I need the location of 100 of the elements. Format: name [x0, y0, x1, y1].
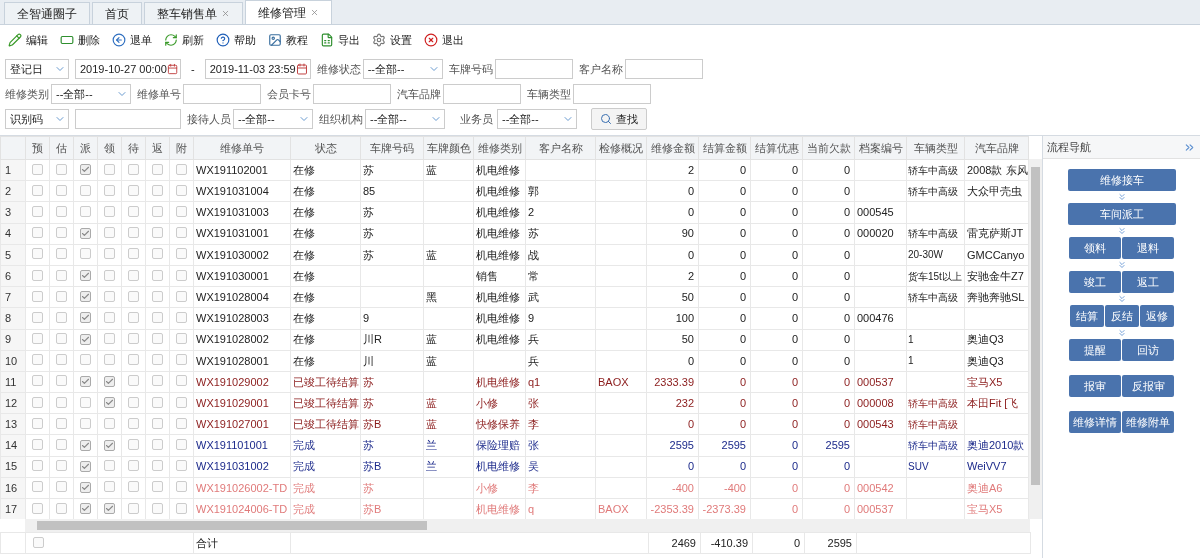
checkbox[interactable] [80, 312, 91, 324]
checkbox[interactable] [128, 227, 139, 239]
checkbox[interactable] [80, 417, 91, 429]
checkbox[interactable] [56, 163, 67, 175]
toolbar-button[interactable]: 刷新 [164, 31, 204, 49]
checkbox[interactable] [80, 184, 91, 196]
input-field[interactable] [183, 84, 261, 104]
checkbox[interactable] [176, 290, 187, 302]
checkbox[interactable] [104, 205, 115, 217]
flow-button[interactable]: 返工 [1122, 271, 1174, 293]
checkbox[interactable] [80, 248, 91, 260]
checkbox[interactable] [80, 396, 91, 408]
checkbox[interactable] [32, 163, 43, 175]
search-button[interactable]: 查找 [591, 108, 647, 130]
checkbox[interactable] [176, 163, 187, 175]
flow-button[interactable]: 维修附单 [1122, 411, 1174, 433]
dropdown[interactable]: --全部-- [51, 84, 131, 104]
checkbox[interactable] [80, 481, 91, 493]
flow-button[interactable]: 反结 [1104, 305, 1139, 327]
dropdown[interactable]: 识别码 [5, 109, 69, 129]
toolbar-button[interactable]: 退出 [424, 31, 464, 49]
checkbox[interactable] [128, 375, 139, 387]
input-field[interactable] [624, 59, 703, 79]
checkbox[interactable] [56, 396, 67, 408]
checkbox[interactable] [128, 460, 139, 472]
checkbox[interactable] [176, 481, 187, 493]
toolbar-button[interactable]: 编辑 [8, 31, 48, 49]
checkbox[interactable] [56, 439, 67, 451]
flow-button[interactable]: 维修接车 [1067, 169, 1176, 191]
checkbox[interactable] [80, 227, 91, 239]
checkbox[interactable] [56, 290, 67, 302]
checkbox[interactable] [32, 502, 43, 514]
checkbox[interactable] [56, 269, 67, 281]
flow-button[interactable]: 车间派工 [1067, 203, 1176, 225]
checkbox[interactable] [128, 311, 139, 323]
checkbox[interactable] [56, 502, 67, 514]
checkbox[interactable] [104, 354, 115, 366]
toolbar-button[interactable]: 帮助 [216, 31, 256, 49]
checkbox[interactable] [32, 333, 43, 345]
vertical-scrollbar[interactable] [1029, 159, 1042, 519]
checkbox[interactable] [32, 248, 43, 260]
checkbox[interactable] [176, 396, 187, 408]
checkbox[interactable] [32, 311, 43, 323]
checkbox[interactable] [152, 354, 163, 366]
checkbox[interactable] [152, 439, 163, 451]
checkbox[interactable] [176, 439, 187, 451]
checkbox[interactable] [152, 375, 163, 387]
dropdown[interactable]: 登记日 [5, 59, 69, 79]
checkbox[interactable] [32, 269, 43, 281]
date-field[interactable]: 2019-10-27 00:00 [75, 59, 181, 79]
checkbox[interactable] [32, 460, 43, 472]
flow-button[interactable]: 反报审 [1122, 375, 1174, 397]
dropdown[interactable]: --全部-- [362, 59, 443, 79]
checkbox[interactable] [176, 460, 187, 472]
checkbox[interactable] [80, 291, 91, 303]
checkbox[interactable] [80, 375, 91, 387]
checkbox[interactable] [80, 460, 91, 472]
checkbox[interactable] [104, 269, 115, 281]
checkbox[interactable] [56, 460, 67, 472]
checkbox[interactable] [152, 269, 163, 281]
flow-button[interactable]: 报审 [1069, 375, 1121, 397]
checkbox[interactable] [80, 205, 91, 217]
horizontal-scrollbar[interactable] [25, 519, 1030, 532]
dropdown[interactable]: --全部-- [497, 109, 577, 129]
checkbox[interactable] [152, 333, 163, 345]
flow-button[interactable]: 竣工 [1069, 271, 1121, 293]
checkbox[interactable] [176, 269, 187, 281]
checkbox[interactable] [56, 311, 67, 323]
checkbox[interactable] [152, 184, 163, 196]
checkbox[interactable] [32, 396, 43, 408]
close-icon[interactable] [310, 8, 319, 17]
toolbar-button[interactable]: 退单 [112, 31, 152, 49]
checkbox[interactable] [176, 227, 187, 239]
checkbox[interactable] [56, 375, 67, 387]
checkbox[interactable] [56, 205, 67, 217]
input-field[interactable] [75, 109, 181, 129]
checkbox[interactable] [56, 354, 67, 366]
checkbox[interactable] [32, 227, 43, 239]
flow-button[interactable]: 领料 [1069, 237, 1121, 259]
checkbox[interactable] [80, 503, 91, 515]
checkbox[interactable] [128, 269, 139, 281]
input-field[interactable] [494, 59, 573, 79]
checkbox[interactable] [104, 311, 115, 323]
checkbox[interactable] [176, 205, 187, 217]
input-field[interactable] [573, 84, 651, 104]
checkbox[interactable] [152, 163, 163, 175]
checkbox[interactable] [176, 184, 187, 196]
toolbar-button[interactable]: 设置 [372, 31, 412, 49]
checkbox[interactable] [80, 164, 91, 176]
flow-button[interactable]: 回访 [1122, 339, 1174, 361]
checkbox[interactable] [32, 205, 43, 217]
checkbox[interactable] [176, 333, 187, 345]
date-field[interactable]: 2019-11-03 23:59 [204, 59, 311, 79]
checkbox[interactable] [56, 184, 67, 196]
checkbox[interactable] [128, 290, 139, 302]
input-field[interactable] [443, 84, 521, 104]
checkbox[interactable] [32, 481, 43, 493]
checkbox[interactable] [33, 536, 44, 548]
checkbox[interactable] [152, 396, 163, 408]
checkbox[interactable] [104, 184, 115, 196]
